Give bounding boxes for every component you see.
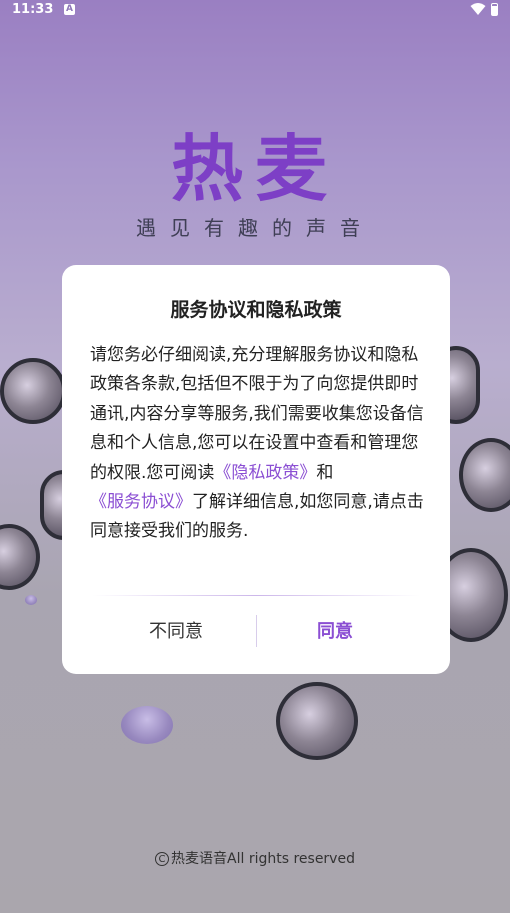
avatar-bubble: [459, 438, 510, 512]
divider: [92, 595, 420, 596]
body-text-and: 和: [316, 462, 334, 483]
dialog-body: 请您务必仔细阅读,充分理解服务协议和隐私政策各条款,包括但不限于为了向您提供即时…: [90, 341, 430, 547]
agree-button[interactable]: 同意: [245, 617, 425, 643]
copyright-text: 热麦语音All rights reserved: [171, 851, 355, 867]
app-logo: 热麦: [170, 127, 339, 211]
dialog-title: 服务协议和隐私政策: [170, 299, 342, 321]
status-time: 11:33: [12, 2, 54, 17]
battery-icon: [491, 3, 498, 16]
decor-bubble: [25, 595, 37, 605]
wifi-icon: [470, 3, 486, 15]
copyright: C 热麦语音All rights reserved: [0, 848, 510, 868]
disagree-button[interactable]: 不同意: [86, 617, 266, 643]
service-agreement-link[interactable]: 《服务协议》: [90, 492, 192, 512]
app-slogan: 遇见有趣的声音: [136, 216, 374, 240]
notification-icon: A: [64, 4, 75, 15]
decor-bubble: [121, 706, 173, 744]
avatar-bubble: [0, 524, 40, 590]
privacy-policy-link[interactable]: 《隐私政策》: [214, 463, 316, 483]
avatar-bubble: [276, 682, 358, 760]
avatar-bubble: [0, 358, 66, 424]
status-bar: 11:33 A: [0, 0, 510, 22]
copyright-icon: C: [155, 852, 170, 866]
privacy-dialog: 服务协议和隐私政策 请您务必仔细阅读,充分理解服务协议和隐私政策各条款,包括但不…: [62, 265, 450, 674]
